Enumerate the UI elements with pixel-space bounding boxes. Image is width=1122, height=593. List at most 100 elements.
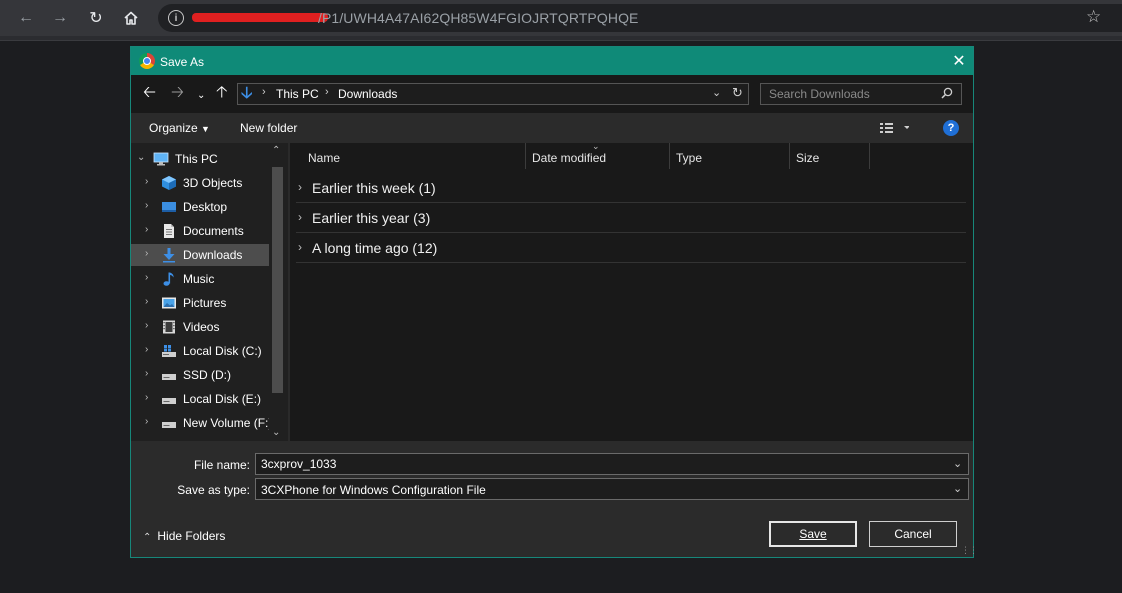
organize-button[interactable]: Organize ▼ (149, 121, 210, 135)
back-icon[interactable]: ← (14, 6, 38, 30)
chevron-right-icon[interactable]: › (298, 210, 302, 224)
info-icon[interactable]: i (168, 10, 184, 26)
nav-item-label: Pictures (183, 296, 227, 310)
chevron-right-icon[interactable]: › (145, 248, 148, 259)
chevron-right-icon[interactable]: › (145, 344, 148, 355)
chevron-right-icon[interactable]: › (298, 240, 302, 254)
breadcrumb-this-pc[interactable]: This PC (276, 87, 319, 101)
downloads-icon: 🡣 (241, 85, 253, 102)
desktop-icon (162, 202, 176, 212)
close-button[interactable]: ✕ (945, 50, 973, 72)
url-text: /P1/UWH4A47AI62QH85W4FGIOJRTQRTPQHQE (318, 10, 639, 26)
file-name-combobox[interactable]: ⌄ (255, 453, 969, 475)
nav-item-label: Music (183, 272, 215, 286)
up-button[interactable]: 🡡 (216, 84, 228, 104)
hide-folders-button[interactable]: ⌃ Hide Folders (143, 529, 225, 543)
breadcrumb-separator[interactable]: › (325, 86, 329, 98)
save-type-select[interactable]: 3CXPhone for Windows Configuration File … (255, 478, 969, 500)
scrollbar-thumb[interactable] (272, 167, 283, 393)
chevron-right-icon[interactable]: › (145, 224, 148, 235)
nav-item-local-disk-c[interactable]: › Local Disk (C:) (131, 340, 269, 362)
path-dropdown-icon[interactable]: ⌄ (712, 86, 721, 99)
navigation-pane[interactable]: ⌄ This PC › 3D Objects › Desktop › Docum… (131, 143, 288, 441)
group-earlier-this-year[interactable]: › Earlier this year (3) (296, 203, 966, 233)
recent-locations-button[interactable]: ⌄ (197, 85, 205, 105)
chevron-right-icon[interactable]: › (145, 392, 148, 403)
nav-item-new-volume-f[interactable]: › New Volume (F:) (131, 412, 272, 434)
cancel-button[interactable]: Cancel (869, 521, 957, 547)
path-bar[interactable]: 🡣 › This PC › Downloads ⌄ ↻ (237, 83, 749, 105)
drive-icon (162, 398, 176, 404)
chevron-right-icon[interactable]: › (145, 296, 148, 307)
chevron-right-icon[interactable]: › (145, 416, 148, 427)
nav-scrollbar[interactable]: ⌃ ⌄ (269, 143, 286, 441)
nav-item-desktop[interactable]: › Desktop (131, 196, 269, 218)
caret-down-icon: ▼ (201, 124, 210, 134)
breadcrumb-downloads[interactable]: Downloads (338, 87, 397, 101)
scroll-down-icon[interactable]: ⌄ (272, 427, 280, 438)
refresh-icon[interactable]: ↻ (732, 85, 743, 101)
search-box[interactable] (760, 83, 962, 105)
forward-button[interactable]: 🡢 (171, 84, 184, 104)
nav-item-ssd-d[interactable]: › SSD (D:) (131, 364, 269, 386)
nav-item-this-pc[interactable]: ⌄ This PC (131, 148, 269, 170)
star-icon[interactable]: ☆ (1086, 7, 1101, 27)
nav-item-videos[interactable]: › Videos (131, 316, 269, 338)
chevron-right-icon[interactable]: › (298, 180, 302, 194)
save-label: Save (799, 527, 827, 541)
chevron-down-icon[interactable]: ⌄ (953, 457, 962, 470)
save-button[interactable]: Save (769, 521, 857, 547)
column-type[interactable]: Type (670, 143, 790, 169)
column-name[interactable]: Name (290, 143, 526, 169)
downloads-icon (163, 248, 175, 263)
search-icon[interactable] (941, 87, 953, 99)
column-date-modified[interactable]: Date modified (526, 143, 670, 169)
dialog-title: Save As (160, 55, 205, 69)
pictures-icon (162, 297, 176, 309)
view-options-icon[interactable] (879, 120, 909, 136)
system-drive-icon (162, 345, 176, 357)
nav-item-3d-objects[interactable]: › 3D Objects (131, 172, 269, 194)
nav-item-downloads[interactable]: › Downloads (131, 244, 269, 266)
chevron-right-icon[interactable]: › (145, 200, 148, 211)
drive-icon (162, 374, 176, 380)
arrow-up-icon: 🡡 (216, 83, 228, 101)
reload-icon[interactable]: ↻ (84, 6, 108, 30)
pc-icon (153, 152, 169, 166)
chevron-right-icon[interactable]: › (145, 368, 148, 379)
nav-item-music[interactable]: › Music (131, 268, 269, 290)
column-headers: Name ⌄ Date modified Type Size (290, 141, 973, 169)
documents-icon (164, 224, 174, 238)
nav-item-label: This PC (175, 152, 218, 166)
chevron-right-icon[interactable]: › (145, 176, 148, 187)
home-icon[interactable] (119, 6, 143, 30)
dialog-titlebar[interactable]: Save As ✕ (131, 47, 973, 75)
nav-item-documents[interactable]: › Documents (131, 220, 269, 242)
breadcrumb-separator[interactable]: › (262, 86, 266, 98)
file-name-input[interactable] (256, 454, 946, 474)
chevron-right-icon[interactable]: › (145, 320, 148, 331)
nav-item-label: Local Disk (C:) (183, 344, 262, 358)
column-size[interactable]: Size (790, 143, 870, 169)
nav-item-pictures[interactable]: › Pictures (131, 292, 269, 314)
nav-item-label: Videos (183, 320, 220, 334)
save-type-label: Save as type: (177, 483, 250, 497)
forward-icon[interactable]: → (48, 6, 72, 30)
new-folder-button[interactable]: New folder (240, 121, 297, 135)
nav-item-local-disk-e[interactable]: › Local Disk (E:) (131, 388, 269, 410)
search-input[interactable] (761, 84, 937, 104)
chevron-right-icon[interactable]: › (145, 272, 148, 283)
resize-grip-icon[interactable]: ⋮⋮ (961, 545, 978, 556)
back-button[interactable]: 🡠 (143, 84, 156, 104)
chevron-down-icon[interactable]: ⌄ (137, 152, 145, 163)
file-list[interactable]: Name ⌄ Date modified Type Size › Earlier… (290, 141, 973, 441)
address-bar[interactable]: i /P1/UWH4A47AI62QH85W4FGIOJRTQRTPQHQE ☆ (158, 4, 1122, 32)
group-earlier-this-week[interactable]: › Earlier this week (1) (296, 173, 966, 203)
browser-toolbar: ← → ↻ i /P1/UWH4A47AI62QH85W4FGIOJRTQRTP… (0, 0, 1122, 36)
chevron-down-icon[interactable]: ⌄ (953, 482, 962, 495)
scroll-up-icon[interactable]: ⌃ (272, 145, 280, 156)
help-icon[interactable]: ? (943, 120, 959, 136)
group-long-time-ago[interactable]: › A long time ago (12) (296, 233, 966, 263)
hide-folders-label: Hide Folders (157, 529, 226, 543)
arrow-left-icon: 🡠 (143, 83, 156, 101)
